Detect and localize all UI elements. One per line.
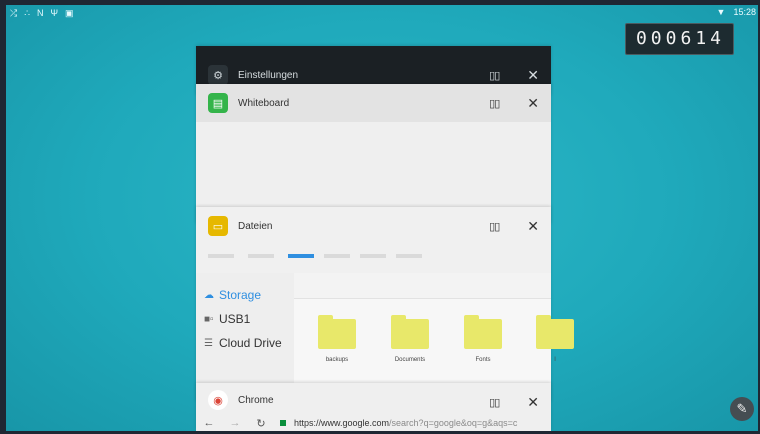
close-icon[interactable]: ✕ <box>527 394 539 411</box>
split-screen-button[interactable]: ▯▯ <box>489 396 500 409</box>
card-title: Einstellungen <box>238 69 299 81</box>
url-bar[interactable]: https://www.google.com/search?q=google&o… <box>294 418 551 428</box>
folder-label: Documents <box>394 357 426 363</box>
url-host: https://www.google.com <box>294 418 390 428</box>
back-arrow-icon[interactable]: ← <box>196 417 222 429</box>
reload-icon[interactable]: ↻ <box>248 417 274 430</box>
close-icon[interactable]: ✕ <box>527 95 539 112</box>
tab[interactable] <box>324 254 350 258</box>
split-screen-button[interactable]: ▯▯ <box>489 220 500 233</box>
recent-app-card-whiteboard[interactable]: ▤ Whiteboard ▯▯ ✕ <box>196 84 551 224</box>
clock: 15:28 <box>733 7 756 17</box>
notification-icon: ⤮ <box>10 8 18 18</box>
card-header: ▤ Whiteboard ▯▯ ✕ <box>196 84 551 122</box>
files-app-icon: ▭ <box>208 216 228 236</box>
status-bar: ⤮ ∴ N Ψ ▣ ▼ 15:28 <box>6 5 758 21</box>
folder-icon <box>464 315 502 349</box>
sidebar-item-label: USB1 <box>219 312 251 326</box>
secure-lock-icon <box>280 420 286 426</box>
usb-drive-icon: ■▫ <box>204 313 214 325</box>
folder-icon <box>391 315 429 349</box>
recent-app-card-chrome[interactable]: ◉ Chrome ▯▯ ✕ ← → ↻ https://www.google.c… <box>196 383 551 431</box>
card-title: Dateien <box>238 220 273 232</box>
folder-label: Fonts <box>475 357 491 363</box>
card-header: ▭ Dateien ▯▯ ✕ <box>196 207 551 245</box>
folder-item[interactable]: Fonts <box>462 315 504 363</box>
launcher-screen: ⤮ ∴ N Ψ ▣ ▼ 15:28 000614 ⚙ Einstellungen… <box>6 5 758 431</box>
card-title: Chrome <box>238 394 274 406</box>
folder-icon <box>318 315 356 349</box>
wifi-icon: ▼ <box>716 7 726 17</box>
sidebar-item-usb1[interactable]: ■▫ USB1 <box>196 307 294 331</box>
usb-icon: Ψ <box>50 8 58 18</box>
tab[interactable] <box>248 254 274 258</box>
tab-active[interactable] <box>288 254 314 258</box>
folder-icon <box>536 315 574 349</box>
split-screen-button[interactable]: ▯▯ <box>489 69 500 82</box>
folder-item[interactable]: backups <box>316 315 358 363</box>
files-toolbar <box>294 273 551 299</box>
tab[interactable] <box>360 254 386 258</box>
whiteboard-app-icon: ▤ <box>208 93 228 113</box>
sidebar-item-cloud-drive[interactable]: ☰ Cloud Drive <box>196 331 294 355</box>
notification-icon: ▣ <box>64 8 74 18</box>
close-icon[interactable]: ✕ <box>527 218 539 235</box>
frame-counter: 000614 <box>624 23 734 55</box>
sidebar-item-storage[interactable]: ☁ Storage <box>196 283 294 307</box>
folder-label: backups <box>325 357 349 363</box>
cloud-icon: ☁ <box>204 289 214 301</box>
url-path: /search?q=google&oq=g&aqs=c <box>389 418 518 428</box>
close-icon[interactable]: ✕ <box>527 67 539 84</box>
settings-gear-icon: ⚙ <box>208 65 228 85</box>
notification-icon: N <box>36 8 44 18</box>
split-screen-button[interactable]: ▯▯ <box>489 97 500 110</box>
pen-icon[interactable]: ✎ <box>730 397 754 421</box>
tab-strip <box>196 245 551 273</box>
sidebar-item-label: Cloud Drive <box>219 336 282 350</box>
cloud-drive-icon: ☰ <box>204 337 213 349</box>
browser-toolbar: ← → ↻ https://www.google.com/search?q=go… <box>196 415 551 431</box>
notification-icon: ∴ <box>24 8 30 18</box>
forward-arrow-icon[interactable]: → <box>222 417 248 429</box>
card-title: Whiteboard <box>238 97 290 109</box>
recent-app-card-files[interactable]: ▭ Dateien ▯▯ ✕ ☁ Storage ■▫ USB1 ☰ Cloud… <box>196 207 574 402</box>
card-header: ◉ Chrome ▯▯ ✕ <box>196 383 551 417</box>
chrome-app-icon: ◉ <box>208 390 228 410</box>
tab[interactable] <box>208 254 234 258</box>
folder-item[interactable]: l <box>534 315 576 363</box>
folder-item[interactable]: Documents <box>389 315 431 363</box>
tab[interactable] <box>396 254 422 258</box>
sidebar-item-label: Storage <box>219 288 262 302</box>
folder-label: l <box>554 357 556 363</box>
